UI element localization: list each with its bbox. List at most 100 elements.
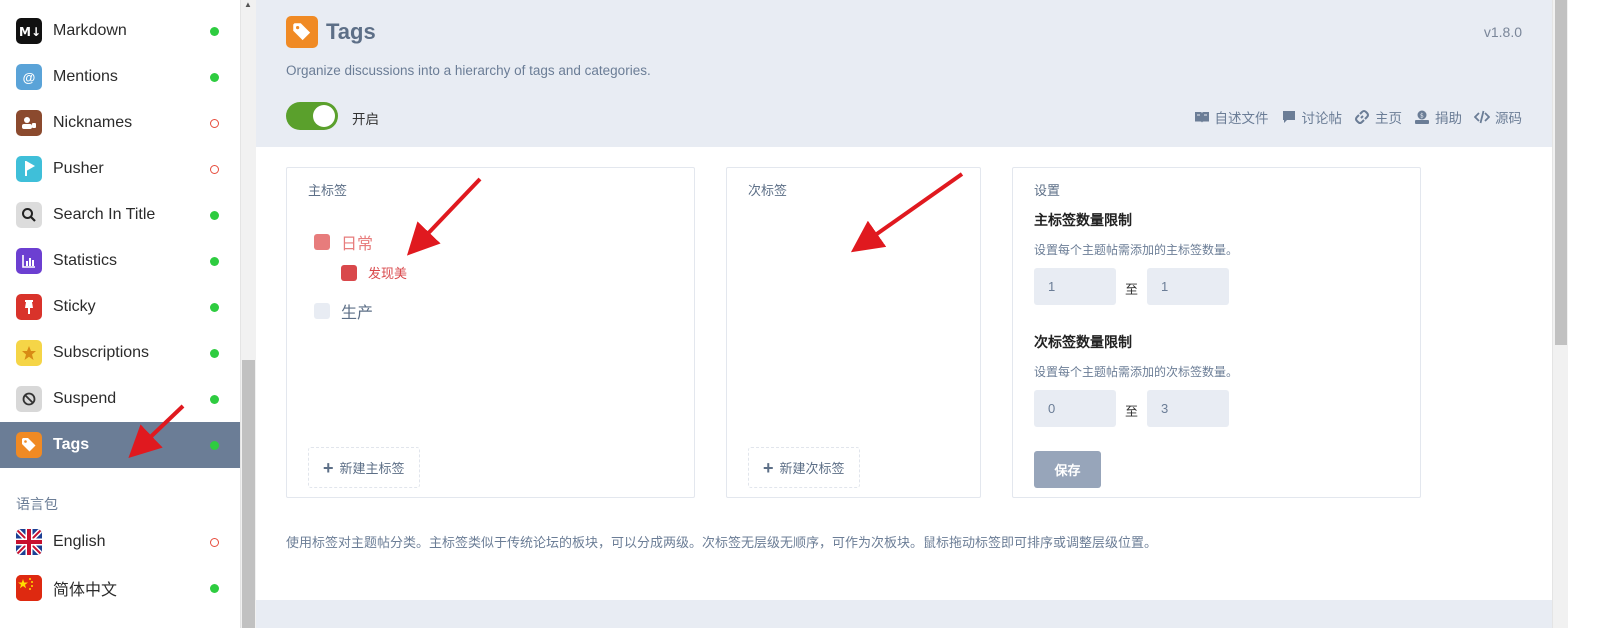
primary-limit-heading: 主标签数量限制 xyxy=(1034,212,1132,228)
main-scrollbar-thumb[interactable] xyxy=(1555,0,1567,345)
range-to-label: 至 xyxy=(1125,282,1139,297)
sidebar-item-english[interactable]: English xyxy=(0,519,240,565)
tag-name: 生产 xyxy=(341,305,374,322)
tag-name: 日常 xyxy=(341,236,374,253)
link-label: 捐助 xyxy=(1435,111,1462,126)
status-enabled-dot xyxy=(210,583,219,593)
svg-text:M↓: M↓ xyxy=(19,25,39,38)
toggle-label: 开启 xyxy=(352,112,379,127)
primary-min-input[interactable]: 1 xyxy=(1034,268,1116,305)
panel-title: 设置 xyxy=(1034,183,1061,198)
scroll-up-arrow-icon[interactable]: ▲ xyxy=(244,0,252,9)
donate-link[interactable]: $ 捐助 xyxy=(1414,107,1462,127)
sidebar-item-label: Markdown xyxy=(53,22,127,39)
save-button[interactable]: 保存 xyxy=(1034,451,1101,488)
donate-icon: $ xyxy=(1415,110,1429,124)
secondary-tags-panel: 次标签 + 新建次标签 xyxy=(726,167,981,498)
comment-icon xyxy=(1282,111,1295,123)
extension-links: 自述文件 讨论帖 主页 $ 捐助 源码 xyxy=(1194,107,1522,127)
sidebar-item-chinese[interactable]: 简体中文 xyxy=(0,565,240,611)
secondary-limit-heading: 次标签数量限制 xyxy=(1034,334,1132,350)
link-label: 主页 xyxy=(1375,111,1402,126)
sidebar-item-nicknames[interactable]: Nicknames xyxy=(0,100,240,146)
ban-icon xyxy=(16,386,42,412)
sidebar-item-sticky[interactable]: Sticky xyxy=(0,284,240,330)
tag-item[interactable]: 生产 xyxy=(314,299,373,323)
language-section-title: 语言包 xyxy=(16,496,58,512)
primary-max-input[interactable]: 1 xyxy=(1147,268,1229,305)
tag-item[interactable]: 发现美 xyxy=(341,263,407,282)
extensions-sidebar: M↓ Markdown @ Mentions Nicknames Pusher xyxy=(0,0,240,628)
star-icon xyxy=(16,340,42,366)
new-primary-tag-button[interactable]: + 新建主标签 xyxy=(308,447,420,488)
sidebar-item-search-in-title[interactable]: Search In Title xyxy=(0,192,240,238)
sidebar-item-pusher[interactable]: Pusher xyxy=(0,146,240,192)
sidebar-item-statistics[interactable]: Statistics xyxy=(0,238,240,284)
pin-icon xyxy=(16,294,42,320)
status-enabled-dot xyxy=(210,210,219,220)
homepage-link[interactable]: 主页 xyxy=(1354,107,1402,127)
tag-name: 发现美 xyxy=(368,266,408,281)
sidebar-item-suspend[interactable]: Suspend xyxy=(0,376,240,422)
status-disabled-dot xyxy=(210,118,219,128)
pusher-icon xyxy=(16,156,42,182)
admin-page: M↓ Markdown @ Mentions Nicknames Pusher xyxy=(0,0,1600,628)
sidebar-item-label: 简体中文 xyxy=(53,582,118,599)
sidebar-item-markdown[interactable]: M↓ Markdown xyxy=(0,8,240,54)
secondary-limit-help: 设置每个主题帖需添加的次标签数量。 xyxy=(1034,365,1239,379)
window-edge xyxy=(1568,0,1600,628)
sidebar-item-tags[interactable]: Tags xyxy=(0,422,240,468)
sidebar-item-label: Mentions xyxy=(53,68,118,85)
version-label: v1.8.0 xyxy=(1483,24,1522,40)
sidebar-scrollbar[interactable]: ▲ xyxy=(240,0,256,628)
button-label: 新建主标签 xyxy=(339,461,405,476)
range-to-label: 至 xyxy=(1125,404,1139,419)
status-enabled-dot xyxy=(210,394,219,404)
code-icon xyxy=(1474,110,1490,124)
tag-icon xyxy=(16,432,42,458)
extension-description: Organize discussions into a hierarchy of… xyxy=(286,63,651,78)
readme-link[interactable]: 自述文件 xyxy=(1194,107,1269,127)
panel-title: 次标签 xyxy=(748,183,788,198)
panel-title: 主标签 xyxy=(308,183,348,198)
sidebar-item-subscriptions[interactable]: Subscriptions xyxy=(0,330,240,376)
link-label: 源码 xyxy=(1495,111,1522,126)
status-enabled-dot xyxy=(210,348,219,358)
chart-icon xyxy=(16,248,42,274)
footer-bar xyxy=(256,600,1552,628)
enable-toggle[interactable] xyxy=(286,102,338,130)
extension-header: Tags v1.8.0 Organize discussions into a … xyxy=(256,0,1552,147)
sidebar-item-label: Search In Title xyxy=(53,206,156,223)
sidebar-item-label: Statistics xyxy=(53,252,118,269)
tag-color-swatch xyxy=(314,303,330,319)
sidebar-item-label: Pusher xyxy=(53,160,104,177)
sidebar-item-label: Tags xyxy=(53,436,90,453)
user-card-icon xyxy=(16,110,42,136)
book-icon xyxy=(1194,112,1209,123)
link-label: 讨论帖 xyxy=(1301,111,1343,126)
at-icon: @ xyxy=(16,64,42,90)
sidebar-scrollbar-thumb[interactable] xyxy=(242,360,255,628)
main-scrollbar[interactable] xyxy=(1552,0,1568,628)
discussion-link[interactable]: 讨论帖 xyxy=(1281,107,1343,127)
sidebar-item-label: Suspend xyxy=(53,390,117,407)
status-enabled-dot xyxy=(210,72,219,82)
search-icon xyxy=(16,202,42,228)
primary-limit-help: 设置每个主题帖需添加的主标签数量。 xyxy=(1034,243,1239,257)
sidebar-item-label: Nicknames xyxy=(53,114,133,131)
page-title: Tags xyxy=(326,19,376,44)
sidebar-item-mentions[interactable]: @ Mentions xyxy=(0,54,240,100)
status-enabled-dot xyxy=(210,256,219,266)
uk-flag-icon xyxy=(16,529,42,555)
secondary-max-input[interactable]: 3 xyxy=(1147,390,1229,427)
link-icon xyxy=(1355,110,1369,124)
button-label: 新建次标签 xyxy=(779,461,845,476)
tag-item[interactable]: 日常 xyxy=(314,230,373,254)
sidebar-item-label: Sticky xyxy=(53,298,96,315)
sidebar-item-label: English xyxy=(53,533,106,550)
status-enabled-dot xyxy=(210,26,219,36)
source-link[interactable]: 源码 xyxy=(1474,107,1522,127)
new-secondary-tag-button[interactable]: + 新建次标签 xyxy=(748,447,860,488)
plus-icon: + xyxy=(323,457,334,478)
secondary-min-input[interactable]: 0 xyxy=(1034,390,1116,427)
